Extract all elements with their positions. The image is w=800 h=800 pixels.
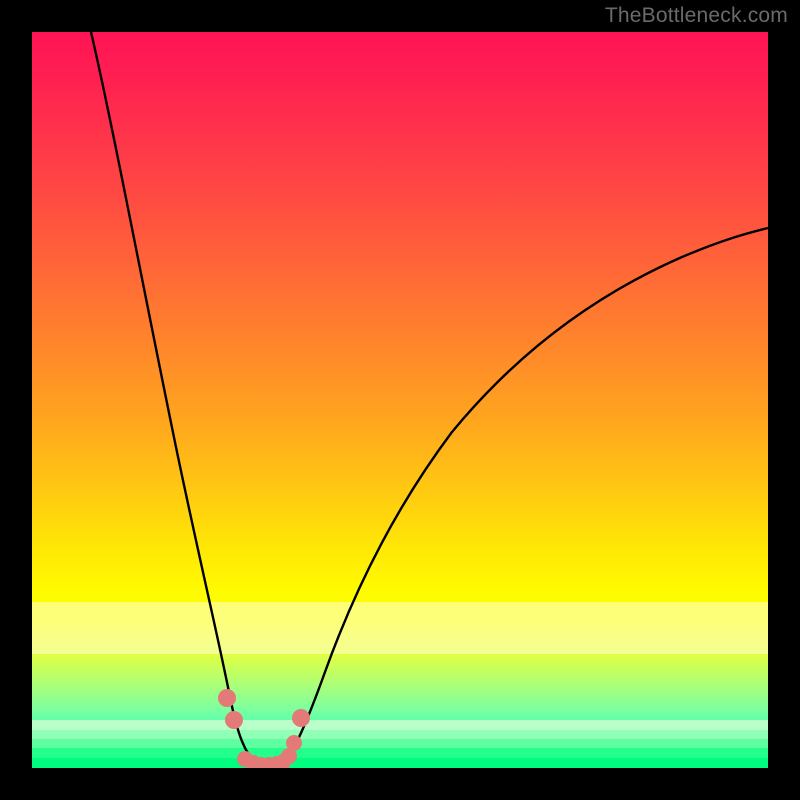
marker-dot bbox=[292, 709, 310, 727]
marker-dot bbox=[225, 711, 243, 729]
frame: TheBottleneck.com bbox=[0, 0, 800, 800]
marker-dot bbox=[286, 735, 302, 751]
marker-cluster bbox=[218, 689, 310, 768]
marker-dot bbox=[218, 689, 236, 707]
curve-left-branch bbox=[91, 32, 260, 766]
bottleneck-curve bbox=[32, 32, 768, 768]
curve-right-branch bbox=[282, 228, 768, 765]
watermark-text: TheBottleneck.com bbox=[605, 4, 788, 28]
plot-area bbox=[32, 32, 768, 768]
